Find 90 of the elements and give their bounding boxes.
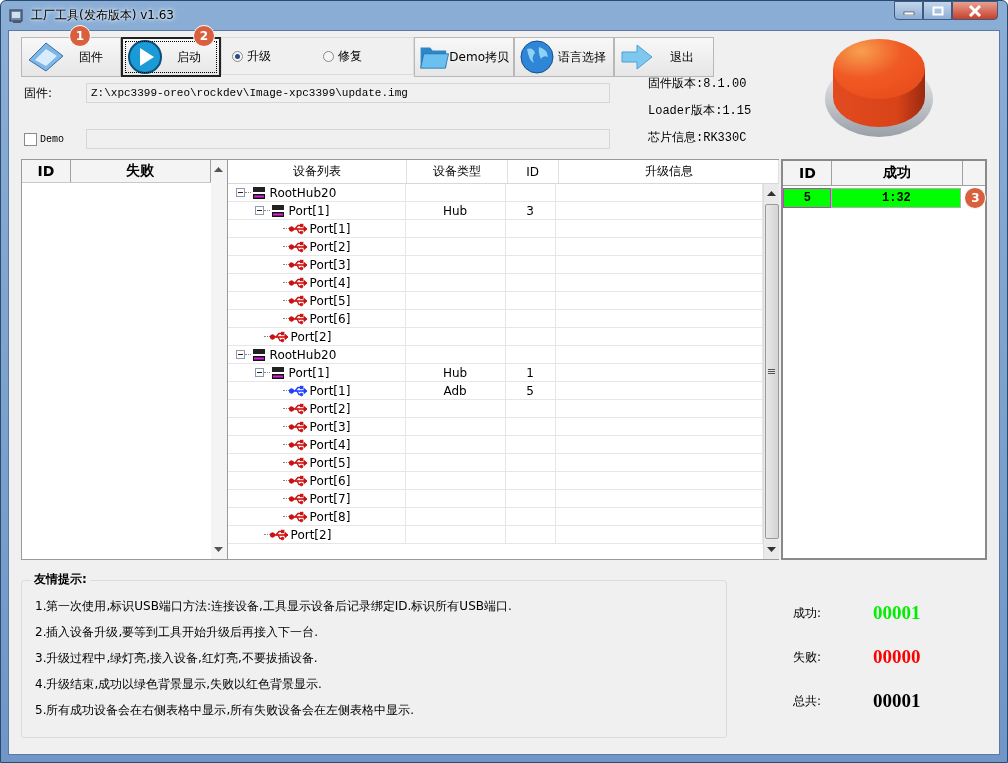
callout-badge: 1: [69, 25, 91, 47]
info-text: Loader版本:1.15: [648, 103, 752, 118]
device-name[interactable]: Port[2]: [290, 527, 332, 542]
window-title: 工厂工具(发布版本) v1.63: [31, 7, 174, 24]
device-name[interactable]: Port[1]: [309, 383, 351, 398]
tablet-icon: [26, 40, 66, 74]
collapse-toggle[interactable]: [235, 188, 245, 197]
scroll-down-icon[interactable]: [767, 547, 777, 552]
device-name[interactable]: Port[6]: [309, 311, 351, 326]
info-text: 固件版本:8.1.00: [648, 76, 748, 91]
tip-text: 5.所有成功设备会在右侧表格中显示,所有失败设备会在左侧表格中显示.: [35, 702, 416, 718]
scroll-up-icon[interactable]: [767, 191, 777, 196]
device-id: 5: [526, 383, 534, 398]
device-name[interactable]: Port[1]: [288, 365, 330, 380]
mode-radio[interactable]: 修复: [323, 47, 362, 65]
scroll-thumb[interactable]: [764, 204, 779, 539]
firmware-label: 固件:: [23, 84, 54, 102]
column-header: ID: [22, 160, 71, 182]
collapse-toggle[interactable]: [254, 206, 264, 215]
device-type: Hub: [442, 203, 468, 218]
tips-title: 友情提示:: [31, 571, 90, 588]
grip-icon: [768, 368, 776, 375]
column-header: ID: [507, 160, 559, 183]
callout-badge: 2: [193, 25, 215, 47]
scroll-up-icon[interactable]: [214, 167, 224, 172]
tip-text: 2.插入设备升级,要等到工具开始升级后再接入下一台.: [35, 624, 320, 640]
app-icon: [9, 7, 25, 24]
mode-radio[interactable]: 升级: [232, 47, 271, 65]
scrollbar[interactable]: [210, 160, 227, 559]
device-name[interactable]: Port[7]: [309, 491, 351, 506]
column-header: ID: [783, 161, 833, 185]
maximize-button[interactable]: [923, 1, 952, 20]
close-button[interactable]: [952, 1, 998, 20]
tip-text: 4.升级结束,成功以绿色背景显示,失败以红色背景显示.: [35, 676, 323, 692]
stat-label: 失败:: [793, 648, 823, 666]
column-header: 失败: [71, 160, 211, 182]
device-id: 3: [526, 203, 534, 218]
device-name[interactable]: RootHub20: [269, 347, 337, 362]
stat-value: 00001: [873, 690, 921, 712]
device-type: Hub: [442, 365, 468, 380]
globe-icon: [519, 39, 555, 75]
device-name[interactable]: Port[5]: [309, 455, 351, 470]
hub-icon: [250, 347, 267, 362]
column-header: 设备列表: [227, 160, 407, 183]
info-text: 芯片信息:RK330C: [648, 130, 748, 145]
stat-value: 00001: [873, 602, 921, 624]
device-name[interactable]: Port[3]: [309, 419, 351, 434]
device-name[interactable]: Port[1]: [309, 221, 351, 236]
hub-icon: [269, 365, 286, 380]
minimize-button[interactable]: [894, 1, 923, 20]
firmware-path-field[interactable]: Z:\xpc3399-oreo\rockdev\Image-xpc3399\update.img: [86, 83, 610, 103]
stat-label: 成功:: [793, 604, 823, 622]
column-header: 升级信息: [558, 160, 780, 183]
device-name[interactable]: RootHub20: [269, 185, 337, 200]
table-cell: 1:32: [831, 188, 962, 208]
device-name[interactable]: Port[4]: [309, 437, 351, 452]
maximize-icon: [931, 5, 944, 16]
device-name[interactable]: Port[6]: [309, 473, 351, 488]
device-id: 1: [526, 365, 534, 380]
device-name[interactable]: Port[1]: [288, 203, 330, 218]
stat-label: 总共:: [793, 692, 823, 710]
close-icon: [968, 4, 982, 17]
exit-button[interactable]: 退出: [614, 37, 714, 77]
hub-icon: [269, 203, 286, 218]
collapse-toggle[interactable]: [254, 368, 264, 377]
device-name[interactable]: Port[5]: [309, 293, 351, 308]
play-icon: [127, 39, 163, 75]
demo-checkbox[interactable]: Demo: [21, 132, 86, 146]
arrow-right-icon: [619, 42, 655, 72]
table-cell: 5: [783, 188, 832, 208]
device-type: Adb: [443, 383, 467, 398]
device-name[interactable]: Port[8]: [309, 509, 351, 524]
device-name[interactable]: Port[3]: [309, 257, 351, 272]
device-name[interactable]: Port[2]: [309, 239, 351, 254]
tip-text: 1.第一次使用,标识USB端口方法:连接设备,工具显示设备后记录绑定ID.标识所有USB端口.: [35, 598, 513, 614]
device-name[interactable]: Port[2]: [309, 401, 351, 416]
scrollbar[interactable]: [763, 184, 780, 559]
tip-text: 3.升级过程中,绿灯亮,接入设备,红灯亮,不要拔插设备.: [35, 650, 319, 666]
stat-value: 00000: [873, 646, 921, 668]
hub-icon: [250, 185, 267, 200]
folder-button[interactable]: Demo拷贝: [414, 37, 514, 77]
column-header: 设备类型: [406, 160, 508, 183]
device-name[interactable]: Port[4]: [309, 275, 351, 290]
callout-badge: 3: [964, 187, 987, 209]
globe-button[interactable]: 语言选择: [514, 37, 614, 77]
collapse-toggle[interactable]: [235, 350, 245, 359]
demo-field[interactable]: [86, 129, 610, 149]
device-name[interactable]: Port[2]: [290, 329, 332, 344]
column-header: 成功: [832, 161, 964, 185]
scroll-down-icon[interactable]: [214, 547, 224, 552]
